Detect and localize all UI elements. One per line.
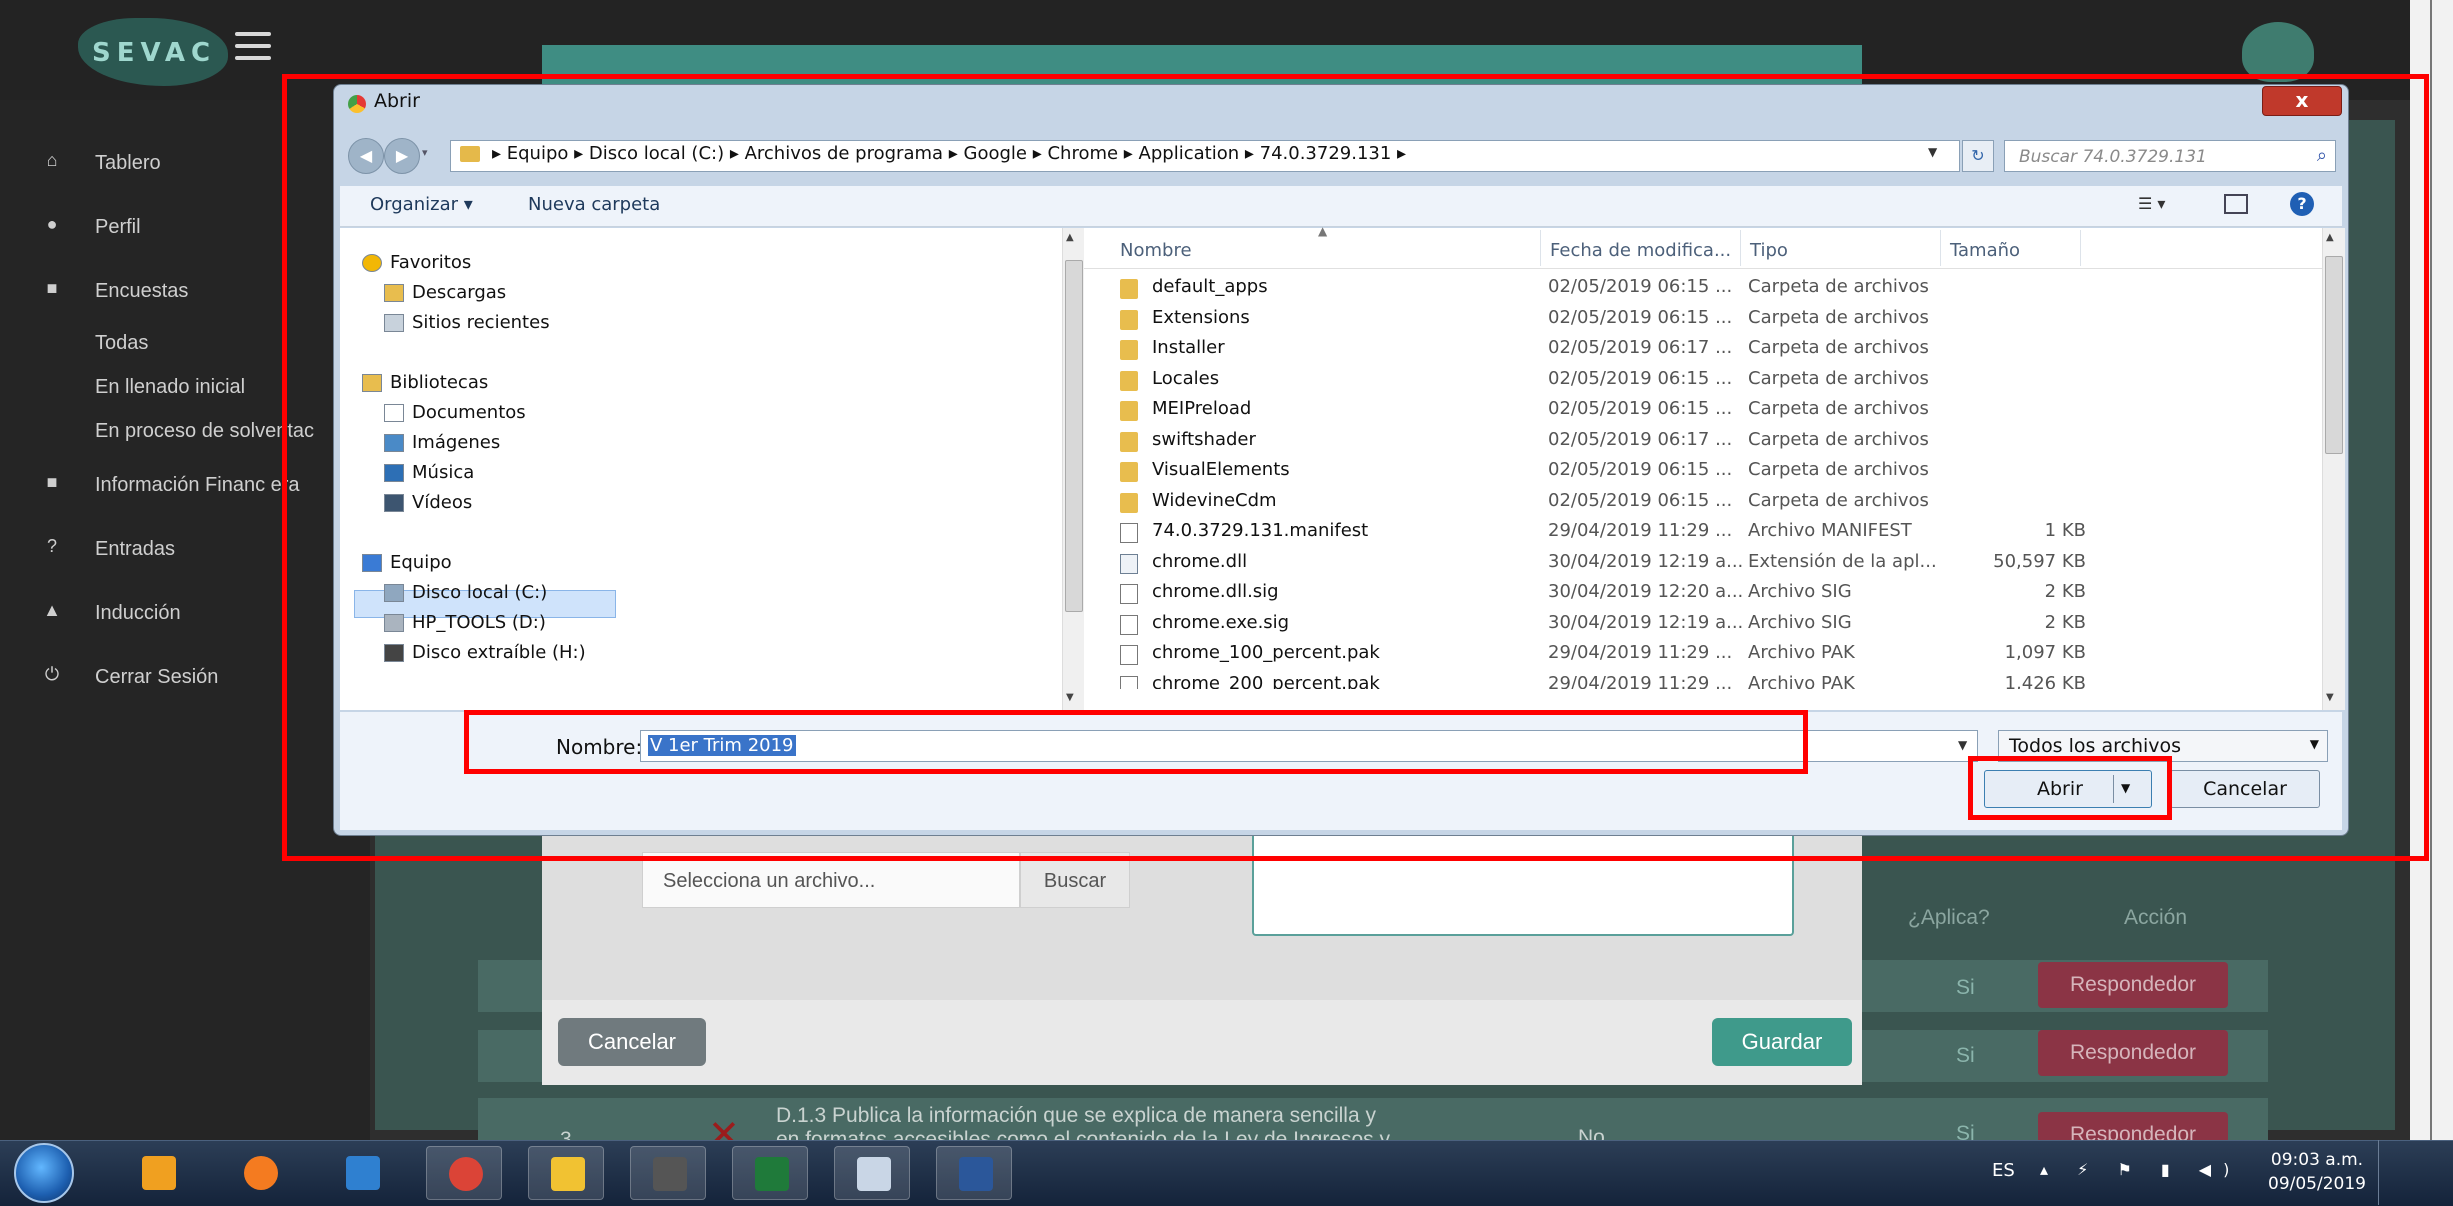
- sidebar-item-label: Cerrar Sesión: [95, 666, 219, 688]
- sevac-logo[interactable]: SEVAC: [78, 18, 228, 86]
- modal-cancel-button[interactable]: Cancelar: [558, 1018, 706, 1066]
- word-icon-glyph: [959, 1157, 993, 1191]
- word-icon[interactable]: [936, 1146, 1012, 1200]
- annotation-highlight-open-button: [1968, 756, 2172, 820]
- sidebar-item-label: En llenado inicial: [95, 376, 246, 398]
- question-icon: ?: [46, 536, 57, 556]
- file-explorer-icon[interactable]: [528, 1146, 604, 1200]
- sidebar-item-label: Entradas: [95, 538, 176, 560]
- sidebar-item-label: Encuestas: [95, 280, 189, 302]
- file-explorer-icon-glyph: [551, 1157, 585, 1191]
- clock-time[interactable]: 09:03 a.m.: [2262, 1150, 2372, 1170]
- modal-save-button[interactable]: Guardar: [1712, 1018, 1852, 1066]
- system-tray-icons[interactable]: ▴ ⚡ ⚑ ▮ ◀): [2040, 1160, 2241, 1179]
- chrome-icon-glyph: [449, 1157, 483, 1191]
- clock-date[interactable]: 09/05/2019: [2262, 1174, 2372, 1194]
- column-header-action: Acción: [2124, 906, 2188, 929]
- respond-button[interactable]: Respondedor: [2038, 1030, 2228, 1076]
- row-description: D.1.3 Publica la información que se expl…: [776, 1104, 1376, 1127]
- app-icon[interactable]: [630, 1146, 706, 1200]
- upload-modal-footer: [542, 1000, 1862, 1085]
- user-avatar[interactable]: [2242, 22, 2314, 82]
- excel-icon-glyph: [755, 1157, 789, 1191]
- row-value: No: [1578, 1126, 1605, 1140]
- power-icon: ⏻: [44, 664, 60, 684]
- media-player-icon[interactable]: [120, 1146, 196, 1200]
- hamburger-menu-icon[interactable]: [235, 32, 271, 60]
- language-indicator[interactable]: ES: [1992, 1160, 2015, 1181]
- sidebar-item-label: Inducción: [95, 602, 181, 624]
- show-desktop-button[interactable]: [2378, 1140, 2393, 1205]
- chrome-icon[interactable]: [426, 1146, 502, 1200]
- respond-button[interactable]: Respondedor: [2038, 962, 2228, 1008]
- start-button[interactable]: [14, 1143, 74, 1203]
- excel-icon[interactable]: [732, 1146, 808, 1200]
- applies-value: Si: [1956, 976, 1975, 999]
- logo-text: SEVAC: [92, 38, 217, 68]
- media-player-icon-glyph: [142, 1156, 176, 1190]
- document-icon: ■: [46, 472, 58, 492]
- row-description: en formatos accesibles como el contenido…: [776, 1128, 1391, 1140]
- annotation-highlight-filename: [464, 710, 1808, 774]
- avast-icon[interactable]: [222, 1146, 298, 1200]
- internet-explorer-icon-glyph: [346, 1156, 380, 1190]
- graduation-icon: ▲: [43, 600, 61, 620]
- column-header-applies: ¿Aplica?: [1908, 906, 1990, 929]
- sidebar-item-label: Tablero: [95, 152, 161, 174]
- avast-icon-glyph: [244, 1156, 278, 1190]
- sidebar-item-label: Información Financ era: [95, 474, 300, 496]
- app-icon-glyph: [653, 1157, 687, 1191]
- sidebar-item-label: Perfil: [95, 216, 141, 238]
- home-icon: ⌂: [46, 150, 58, 170]
- snipping-tool-icon-glyph: [857, 1157, 891, 1191]
- user-icon: ●: [46, 214, 58, 234]
- snipping-tool-icon[interactable]: [834, 1146, 910, 1200]
- applies-value: Si: [1956, 1044, 1975, 1067]
- sidebar-item-label: Todas: [95, 332, 149, 354]
- internet-explorer-icon[interactable]: [324, 1146, 400, 1200]
- document-icon: ■: [46, 278, 58, 298]
